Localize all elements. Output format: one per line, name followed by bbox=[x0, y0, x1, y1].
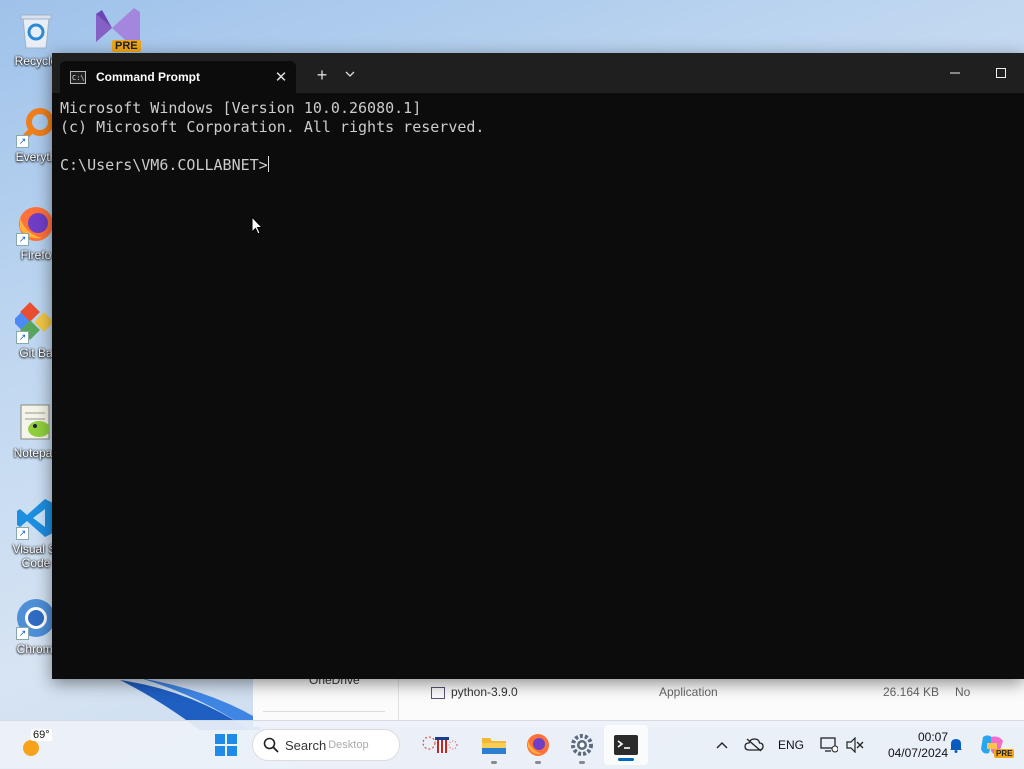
console-line: (c) Microsoft Corporation. All rights re… bbox=[60, 118, 485, 136]
application-file-icon bbox=[431, 687, 445, 699]
file-extra: No bbox=[955, 685, 971, 699]
shortcut-arrow-icon: ↗ bbox=[16, 135, 29, 148]
search-placeholder: Search bbox=[285, 737, 327, 753]
show-hidden-icons-button[interactable] bbox=[710, 721, 734, 769]
taskbar-settings[interactable] bbox=[560, 721, 604, 769]
volume-muted-icon bbox=[846, 737, 864, 753]
recycle-bin-icon bbox=[14, 8, 58, 52]
chevron-up-icon bbox=[716, 742, 728, 749]
file-name: python-3.9.0 bbox=[451, 685, 518, 699]
file-size: 26.164 KB bbox=[883, 685, 940, 699]
mouse-pointer-icon bbox=[251, 216, 263, 235]
tab-dropdown-button[interactable] bbox=[342, 66, 358, 80]
taskbar: 69° Search Desktop ENG 00:07 04/07/2024 … bbox=[0, 720, 1024, 769]
weather-widget[interactable]: 69° bbox=[14, 721, 58, 769]
new-tab-button[interactable]: + bbox=[314, 65, 330, 86]
weather-temp: 69° bbox=[31, 729, 52, 741]
notifications-button[interactable] bbox=[946, 721, 966, 769]
bell-icon bbox=[950, 739, 962, 753]
console-prompt: C:\Users\VM6.COLLABNET> bbox=[60, 156, 268, 174]
title-bar[interactable]: C:\ Command Prompt ✕ + bbox=[52, 53, 1024, 93]
running-indicator bbox=[491, 761, 497, 764]
shortcut-arrow-icon: ↗ bbox=[16, 527, 29, 540]
taskbar-file-explorer[interactable] bbox=[472, 721, 516, 769]
minimize-icon bbox=[950, 72, 960, 74]
taskbar-search-box[interactable]: Search Desktop bbox=[252, 729, 400, 761]
cloud-offline-icon bbox=[744, 738, 764, 752]
windows-logo-icon bbox=[215, 734, 237, 756]
console-output[interactable]: Microsoft Windows [Version 10.0.26080.1]… bbox=[52, 93, 1024, 181]
running-indicator bbox=[579, 761, 585, 764]
close-tab-button[interactable]: ✕ bbox=[266, 68, 296, 86]
terminal-icon bbox=[614, 735, 638, 755]
taskbar-firefox[interactable] bbox=[516, 721, 560, 769]
shortcut-arrow-icon: ↗ bbox=[16, 233, 29, 246]
console-prompt-line: C:\Users\VM6.COLLABNET> bbox=[60, 156, 1016, 175]
search-icon bbox=[263, 737, 279, 753]
search-ghost-text: Desktop bbox=[328, 739, 369, 751]
firefox-icon bbox=[527, 734, 549, 756]
maximize-button[interactable] bbox=[978, 53, 1024, 93]
start-button[interactable] bbox=[204, 721, 248, 769]
clock[interactable]: 00:07 04/07/2024 bbox=[868, 729, 948, 761]
copilot-button[interactable]: PRE bbox=[974, 721, 1015, 769]
pre-badge: PRE bbox=[112, 40, 141, 52]
shortcut-arrow-icon: ↗ bbox=[16, 627, 29, 640]
network-tray[interactable] bbox=[816, 721, 842, 769]
active-indicator bbox=[618, 758, 634, 761]
shortcut-arrow-icon: ↗ bbox=[16, 331, 29, 344]
taskbar-widget-fireworks[interactable] bbox=[414, 721, 464, 769]
maximize-icon bbox=[996, 68, 1006, 78]
console-line: Microsoft Windows [Version 10.0.26080.1] bbox=[60, 99, 422, 117]
running-indicator bbox=[535, 761, 541, 764]
onedrive-tray[interactable] bbox=[740, 721, 768, 769]
navigation-pane: OneDrive bbox=[253, 671, 399, 727]
cmd-icon: C:\ bbox=[70, 70, 86, 84]
taskbar-terminal[interactable] bbox=[604, 725, 648, 765]
tab-title: Command Prompt bbox=[96, 70, 201, 84]
volume-tray[interactable] bbox=[842, 721, 868, 769]
gear-icon bbox=[571, 734, 593, 756]
language-indicator[interactable]: ENG bbox=[774, 721, 808, 769]
terminal-window[interactable]: C:\ Command Prompt ✕ + Microsoft Windows… bbox=[52, 53, 1024, 679]
folder-icon bbox=[482, 738, 506, 754]
desktop-icon-visual-studio[interactable]: PRE bbox=[90, 4, 142, 54]
text-cursor bbox=[267, 156, 269, 172]
pre-badge: PRE bbox=[994, 749, 1015, 758]
chevron-down-icon bbox=[345, 71, 355, 77]
clock-date: 04/07/2024 bbox=[887, 746, 948, 760]
minimize-button[interactable] bbox=[932, 53, 978, 93]
network-disconnected-icon bbox=[820, 737, 838, 753]
file-type: Application bbox=[659, 685, 718, 699]
divider bbox=[263, 711, 385, 712]
tab-command-prompt[interactable]: C:\ Command Prompt ✕ bbox=[60, 61, 296, 93]
clock-time: 00:07 bbox=[917, 730, 948, 744]
fireworks-icon bbox=[422, 736, 458, 753]
